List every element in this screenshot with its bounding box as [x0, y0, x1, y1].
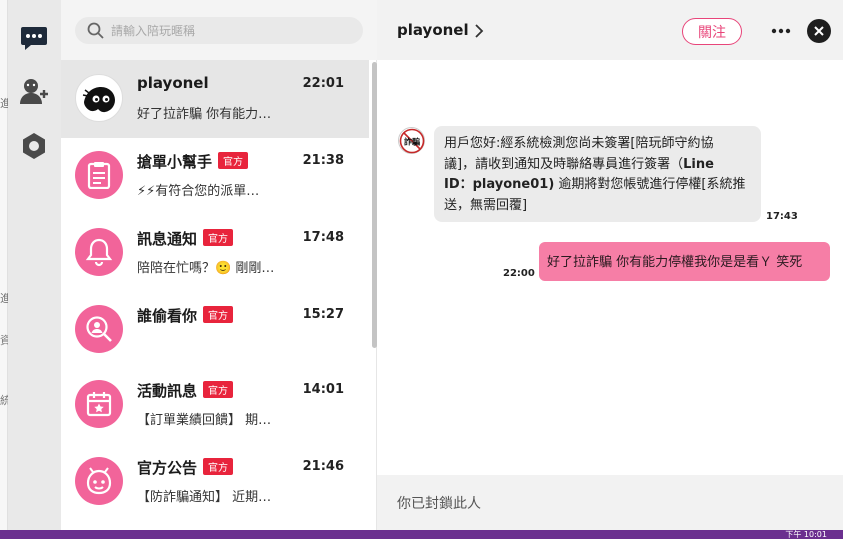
chat-header: playonel 關注 — [377, 0, 843, 60]
official-badge: 官方 — [203, 306, 234, 323]
conversation-preview: 陪陪在忙嗎？🙂 剛剛… — [137, 261, 275, 276]
conversation-name: 誰偷看你 官方 — [137, 305, 234, 326]
conversation-preview: 【防詐騙通知】 近期… — [137, 490, 272, 505]
chat-panel: playonel 關注 詐騙 用戶您好:經系統檢測您尚未簽署[陪玩師守約協 議]… — [377, 0, 843, 530]
search-box — [75, 17, 363, 44]
close-icon[interactable] — [807, 19, 831, 43]
conversation-preview: 【訂單業績回饋】 期… — [137, 413, 272, 428]
conversation-time: 17:48 — [302, 230, 344, 245]
blocked-notice-text: 你已封鎖此人 — [397, 496, 481, 512]
blocked-notice-bar: 你已封鎖此人 — [377, 475, 843, 530]
conversation-name: 官方公告 官方 — [137, 457, 234, 478]
magnifier-person-icon — [75, 305, 123, 353]
conversation-item-who-viewed-you[interactable]: 誰偷看你 官方 15:27 — [61, 291, 369, 369]
conversation-name: 搶單小幫手 官方 — [137, 151, 249, 172]
bell-icon — [75, 228, 123, 276]
conversation-item-notifications[interactable]: 訊息通知 官方 17:48 陪陪在忙嗎？🙂 剛剛… — [61, 214, 369, 292]
conversation-item-events[interactable]: 活動訊息 官方 14:01 【訂單業績回饋】 期… — [61, 366, 369, 444]
mascot-icon — [75, 457, 123, 505]
conversation-name: 訊息通知 官方 — [137, 228, 234, 249]
official-badge: 官方 — [203, 381, 234, 398]
search-icon — [87, 22, 104, 43]
conversation-name: 活動訊息 官方 — [137, 380, 234, 401]
conversation-time: 14:01 — [302, 382, 344, 397]
official-badge: 官方 — [203, 458, 234, 475]
message-line: 送，無需回覆] — [444, 197, 528, 213]
background-window-edge: 進 進 資 統 — [0, 0, 11, 530]
conversation-time: 15:27 — [302, 307, 344, 322]
official-badge: 官方 — [203, 229, 234, 246]
message-line: 議]，請收到通知及時聯絡專員進行簽署（Line — [444, 156, 714, 172]
follow-button[interactable]: 關注 — [682, 18, 742, 45]
taskbar-clock: 下午 10:01 — [785, 530, 827, 539]
conversation-name: playonel — [137, 74, 209, 92]
os-taskbar: 下午 10:01 — [0, 530, 843, 539]
conversation-item-grab-order-helper[interactable]: 搶單小幫手 官方 21:38 ⚡⚡有符合您的派單… — [61, 137, 369, 215]
message-line: ID：playone01) 逾期將對您帳號進行停權[系統推 — [444, 177, 746, 192]
calendar-star-icon — [75, 380, 123, 428]
add-user-icon[interactable] — [18, 75, 50, 107]
avatar-text: 詐騙 — [404, 137, 420, 147]
chat-bubble-icon[interactable] — [18, 22, 50, 54]
hexagon-settings-icon[interactable] — [18, 130, 50, 162]
conversation-list-panel: playonel 22:01 好了拉詐騙 你有能力… 搶單小幫手官方 21:38… — [61, 0, 377, 530]
app-window: 進 進 資 統 playone — [0, 0, 843, 530]
more-options-icon[interactable] — [771, 21, 791, 45]
conversation-item-playonel[interactable]: playonel 22:01 好了拉詐騙 你有能力… — [61, 60, 369, 138]
conversation-preview: ⚡⚡有符合您的派單… — [137, 184, 260, 199]
conversation-item-announcements[interactable]: 官方公告 官方 21:46 【防詐騙通知】 近期… — [61, 443, 369, 521]
official-badge: 官方 — [218, 152, 249, 169]
search-input[interactable] — [111, 20, 351, 41]
incoming-message-bubble: 用戶您好:經系統檢測您尚未簽署[陪玩師守約協 議]，請收到通知及時聯絡專員進行簽… — [434, 126, 761, 222]
conversation-time: 21:46 — [302, 459, 344, 474]
search-bar — [61, 0, 377, 60]
chevron-right-icon[interactable] — [474, 23, 484, 42]
clipboard-icon — [75, 151, 123, 199]
message-time: 17:43 — [766, 211, 798, 222]
conversation-time: 21:38 — [302, 153, 344, 168]
message-line: 用戶您好:經系統檢測您尚未簽署[陪玩師守約協 — [444, 136, 714, 151]
outgoing-message-bubble: 好了拉詐騙 你有能力停權我你是是看Ｙ 笑死 — [539, 242, 830, 281]
nav-rail — [8, 0, 61, 530]
sender-avatar-anti-fraud: 詐騙 — [398, 127, 425, 154]
conversation-time: 22:01 — [302, 76, 344, 91]
message-time: 22:00 — [503, 268, 535, 279]
playonel-avatar — [75, 74, 123, 122]
conversation-preview: 好了拉詐騙 你有能力… — [137, 107, 272, 122]
chat-title[interactable]: playonel — [397, 21, 469, 39]
